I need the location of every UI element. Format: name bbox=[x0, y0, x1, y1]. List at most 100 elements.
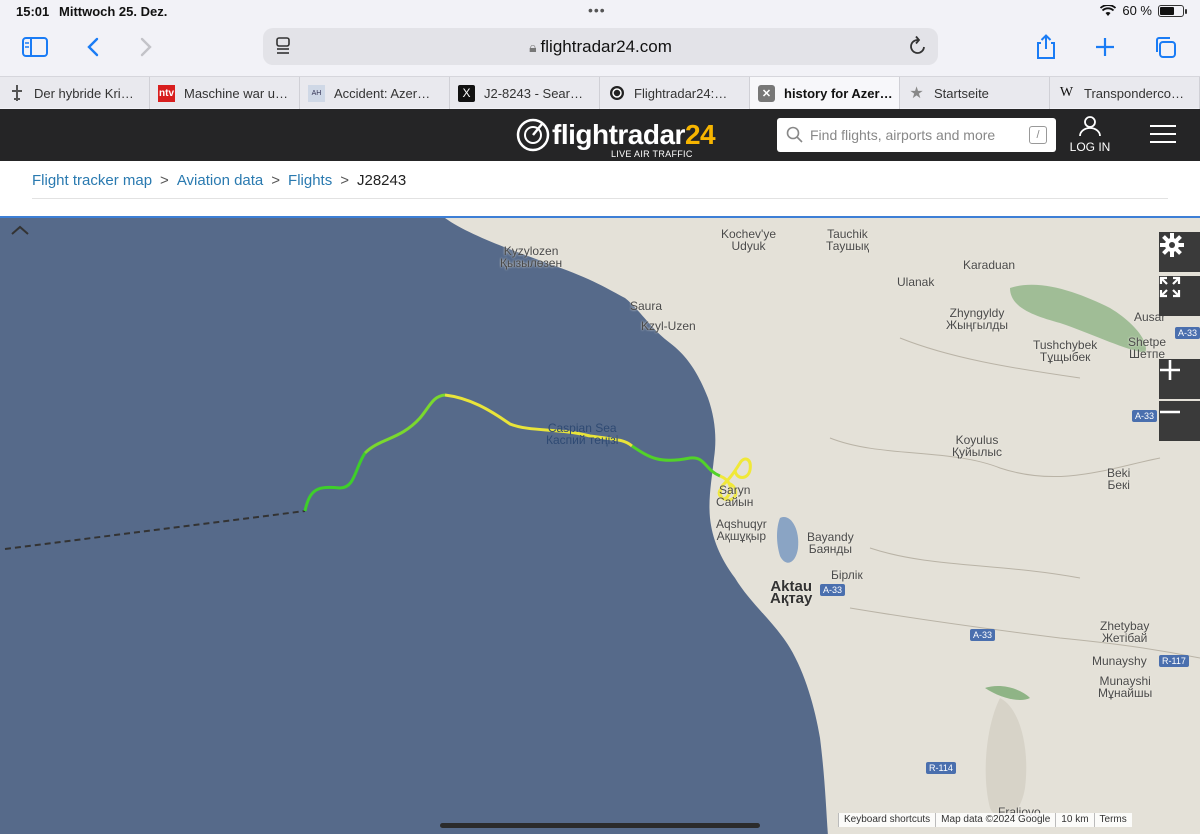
map-data-credit: Map data ©2024 Google bbox=[935, 813, 1056, 827]
avherald-icon: AH bbox=[308, 84, 325, 102]
road-badge: A-33 bbox=[1132, 410, 1158, 422]
site-header: flightradar24 LIVE AIR TRAFFIC Find flig… bbox=[0, 109, 1200, 161]
zoom-out-icon[interactable] bbox=[1159, 401, 1200, 441]
tab-bar: Der hybride Kri… ntv Maschine war u… AH … bbox=[0, 76, 1200, 109]
tab-overview-icon[interactable] bbox=[1147, 30, 1183, 64]
place-kochevye: Kochev'ye Udyuk bbox=[721, 227, 776, 253]
forward-icon[interactable] bbox=[128, 30, 164, 64]
settings-gear-icon[interactable] bbox=[1159, 232, 1200, 272]
wifi-icon bbox=[1100, 4, 1117, 16]
keyboard-shortcuts-link[interactable]: Keyboard shortcuts bbox=[838, 813, 936, 827]
logo-subtitle: LIVE AIR TRAFFIC bbox=[611, 149, 693, 159]
breadcrumb-current: J28243 bbox=[357, 172, 407, 189]
map-canvas[interactable] bbox=[0, 218, 1200, 834]
breadcrumb-aviation-data[interactable]: Aviation data bbox=[177, 172, 263, 189]
url-text: flightradar24.com bbox=[540, 37, 672, 56]
lock-icon: 🔒︎ bbox=[529, 39, 537, 55]
salt-flat bbox=[985, 698, 1027, 819]
place-birlik: Бірлік bbox=[831, 568, 863, 582]
search-icon bbox=[786, 126, 803, 143]
tab-flightradar[interactable]: Flightradar24:… bbox=[600, 77, 750, 109]
breadcrumb-separator: > bbox=[160, 172, 169, 189]
radar-logo-icon bbox=[516, 118, 550, 152]
battery-percent: 60 % bbox=[1122, 3, 1152, 18]
horizontal-scrollbar[interactable] bbox=[440, 823, 760, 828]
caspian-sea bbox=[0, 218, 828, 834]
place-saura: Saura bbox=[630, 299, 663, 313]
place-karaduan: Karaduan bbox=[963, 258, 1016, 272]
place-shetpe: Shetpe Шетпе bbox=[1128, 335, 1167, 361]
address-bar[interactable]: 🔒︎ flightradar24.com bbox=[263, 28, 938, 65]
place-zhyngyldy: Zhyngyldy Жыңгылды bbox=[946, 306, 1008, 332]
wikipedia-icon: W bbox=[1059, 85, 1074, 100]
place-munayshy: Munayshy bbox=[1092, 654, 1147, 668]
place-aktau: Aktau Ақтау bbox=[770, 578, 813, 607]
place-koyulus: Koyulus Қуйылыс bbox=[952, 433, 1002, 459]
breadcrumb-flights[interactable]: Flights bbox=[288, 172, 332, 189]
road-badge: R-114 bbox=[926, 762, 956, 774]
place-kzyl-uzen: Kzyl-Uzen bbox=[641, 319, 696, 333]
zoom-in-icon[interactable] bbox=[1159, 359, 1200, 399]
new-tab-icon[interactable] bbox=[1087, 30, 1123, 64]
terms-link[interactable]: Terms bbox=[1093, 813, 1132, 827]
logo-word: flightradar bbox=[552, 119, 685, 150]
road-badge: A-33 bbox=[820, 584, 846, 596]
place-munayshi: Munayshi Мұнайшы bbox=[1098, 674, 1153, 700]
place-zhetybay: Zhetybay Жетібай bbox=[1100, 619, 1150, 645]
map-attribution: Keyboard shortcuts Map data ©2024 Google… bbox=[838, 813, 1132, 827]
star-icon: ★ bbox=[909, 85, 924, 102]
place-ulanak: Ulanak bbox=[897, 275, 935, 289]
place-tauchik: Tauchik Таушық bbox=[826, 227, 869, 253]
breadcrumb-separator: > bbox=[340, 172, 349, 189]
user-icon bbox=[1079, 116, 1101, 137]
road-badge: A-33 bbox=[970, 629, 996, 641]
x-icon: X bbox=[458, 84, 475, 102]
browser-toolbar: 🔒︎ flightradar24.com bbox=[0, 24, 1200, 74]
fullscreen-icon[interactable] bbox=[1159, 276, 1200, 316]
place-aqshuqyr: Aqshuqyr Ақшұқыр bbox=[716, 517, 767, 543]
login-label: LOG IN bbox=[1069, 140, 1111, 154]
search-placeholder: Find flights, airports and more bbox=[810, 127, 996, 143]
sea-label: Caspian Sea Каспий теңізі bbox=[546, 421, 619, 447]
login-button[interactable]: LOG IN bbox=[1068, 115, 1112, 154]
flight-map[interactable]: Kyzylozen Қызылөзен Kochev'ye Udyuk Tauchi… bbox=[0, 216, 1200, 834]
road-badge: R-117 bbox=[1159, 655, 1189, 667]
place-bayandy: Bayandy Баянды bbox=[807, 530, 854, 556]
search-shortcut: / bbox=[1029, 126, 1047, 144]
place-beki: Beki Бекі bbox=[1107, 466, 1131, 492]
sidebar-icon[interactable] bbox=[17, 30, 53, 64]
salt-lake bbox=[777, 517, 799, 563]
back-icon[interactable] bbox=[75, 30, 111, 64]
close-icon[interactable]: ✕ bbox=[758, 84, 775, 102]
terrain-green-2 bbox=[985, 686, 1030, 700]
ntv-icon: ntv bbox=[158, 84, 175, 102]
multitask-dots[interactable]: ••• bbox=[588, 2, 606, 18]
tab-maschine[interactable]: ntv Maschine war u… bbox=[150, 77, 300, 109]
reload-icon[interactable] bbox=[908, 35, 928, 57]
status-date: Mittwoch 25. Dez. bbox=[59, 4, 168, 19]
plane-icon bbox=[8, 85, 25, 102]
map-scale: 10 km bbox=[1055, 813, 1094, 827]
tab-startseite[interactable]: ★ Startseite bbox=[900, 77, 1050, 109]
breadcrumb-flight-tracker-map[interactable]: Flight tracker map bbox=[32, 172, 152, 189]
tab-transponder[interactable]: W Transponderco… bbox=[1050, 77, 1200, 109]
place-saryn: Saryn Сайын bbox=[716, 483, 754, 509]
breadcrumb-separator: > bbox=[271, 172, 281, 189]
tab-der-hybride[interactable]: Der hybride Kri… bbox=[0, 77, 150, 109]
status-time: 15:01 bbox=[16, 4, 50, 19]
share-icon[interactable] bbox=[1028, 30, 1064, 64]
chevron-up-icon[interactable] bbox=[0, 218, 40, 242]
place-kyzylozen: Kyzylozen Қызылөзен bbox=[500, 244, 563, 270]
status-bar: 15:01 Mittwoch 25. Dez. ••• 60 % bbox=[0, 0, 1200, 24]
place-tushchybek: Tushchybek Тұщыбек bbox=[1033, 338, 1098, 364]
tab-x-search[interactable]: X J2-8243 - Sear… bbox=[450, 77, 600, 109]
fr24-icon bbox=[608, 85, 625, 102]
search-input[interactable]: Find flights, airports and more / bbox=[777, 118, 1056, 152]
tab-accident[interactable]: AH Accident: Azer… bbox=[300, 77, 450, 109]
tab-history-active[interactable]: ✕ history for Azer… bbox=[750, 77, 900, 109]
road-badge: A-33 bbox=[1175, 327, 1200, 339]
breadcrumb: Flight tracker map > Aviation data > Fli… bbox=[0, 161, 1200, 216]
battery-icon bbox=[1158, 4, 1187, 17]
logo-number: 24 bbox=[684, 119, 716, 150]
hamburger-menu-icon[interactable] bbox=[1150, 125, 1176, 149]
